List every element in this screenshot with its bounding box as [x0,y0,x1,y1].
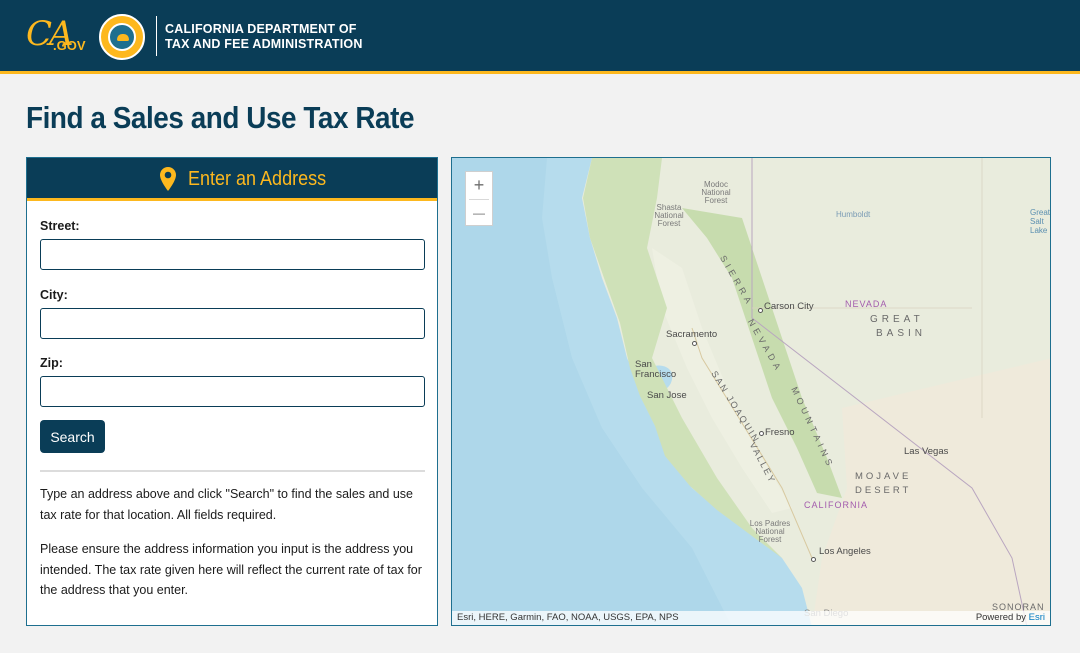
map-dot-fresno [759,431,764,436]
agency-name[interactable]: CALIFORNIA DEPARTMENT OF TAX AND FEE ADM… [165,22,363,52]
ca-gov-logo[interactable]: CA .GOV [26,14,86,58]
agency-name-line1: CALIFORNIA DEPARTMENT OF [165,22,357,36]
esri-link[interactable]: Esri [1029,612,1045,623]
search-button[interactable]: Search [40,420,105,453]
map-label-great-salt-lake: Great Salt Lake [1030,208,1051,235]
map-label-fresno: Fresno [765,427,795,438]
map-dot-sacramento [692,341,697,346]
map-label-sacramento: Sacramento [666,329,718,340]
zoom-in-button[interactable]: + [466,172,492,198]
map-label-san-jose: San Jose [647,390,687,401]
address-form-header: Enter an Address [27,158,437,201]
map-label-desert: DESERT [855,485,912,496]
map-zoom-controls: + — [465,171,493,226]
map-powered-by[interactable]: Powered by Esri [976,612,1045,623]
map-label-las-vegas: Las Vegas [904,446,949,457]
map-label-great: GREAT [870,314,924,325]
map-attribution-sources: Esri, HERE, Garmin, FAO, NOAA, USGS, EPA… [457,612,679,623]
street-input[interactable] [40,239,425,270]
agency-name-line2: TAX AND FEE ADMINISTRATION [165,37,363,51]
map-label-california-state: CALIFORNIA [804,500,869,510]
map-label-los-padres: Los Padres National Forest [749,519,791,544]
map-label-modoc: Modoc National Forest [701,180,731,205]
map-dot-carson [758,308,763,313]
address-form-panel: Enter an Address Street: City: Zip: Sear… [26,157,438,626]
city-label: City: [40,288,68,302]
map-label-nevada-state: NEVADA [845,299,888,309]
map-basemap [452,158,1050,625]
tax-rate-map[interactable]: + — Modoc National Forest Shasta Nationa… [451,157,1051,626]
page-title: Find a Sales and Use Tax Rate [26,100,415,135]
map-dot-los-angeles [811,557,816,562]
ca-gov-logo-gov: .GOV [53,38,86,53]
bear-icon [117,34,129,41]
form-divider [40,470,425,472]
help-text-disclaimer: Please ensure the address information yo… [40,542,422,597]
map-label-los-angeles: Los Angeles [819,546,871,557]
street-label: Street: [40,219,80,233]
map-label-carson-city: Carson City [764,301,814,312]
zip-label: Zip: [40,356,63,370]
map-label-basin: BASIN [876,328,927,339]
map-pin-icon [160,167,176,191]
address-form-title: Enter an Address [188,168,327,190]
map-label-mojave: MOJAVE [855,471,912,482]
city-input[interactable] [40,308,425,339]
cdtfa-seal-icon[interactable] [99,14,145,60]
zip-input[interactable] [40,376,425,407]
map-label-shasta: Shasta National Forest [654,203,684,228]
help-text-instructions: Type an address above and click "Search"… [40,487,413,522]
header-divider [156,16,157,56]
site-header: CA .GOV CALIFORNIA DEPARTMENT OF TAX AND… [0,0,1080,74]
map-label-humboldt: Humboldt [836,210,871,219]
map-attribution: Esri, HERE, Garmin, FAO, NOAA, USGS, EPA… [452,611,1050,625]
map-label-san-francisco: San Francisco [635,359,677,380]
zoom-out-button[interactable]: — [466,200,492,226]
